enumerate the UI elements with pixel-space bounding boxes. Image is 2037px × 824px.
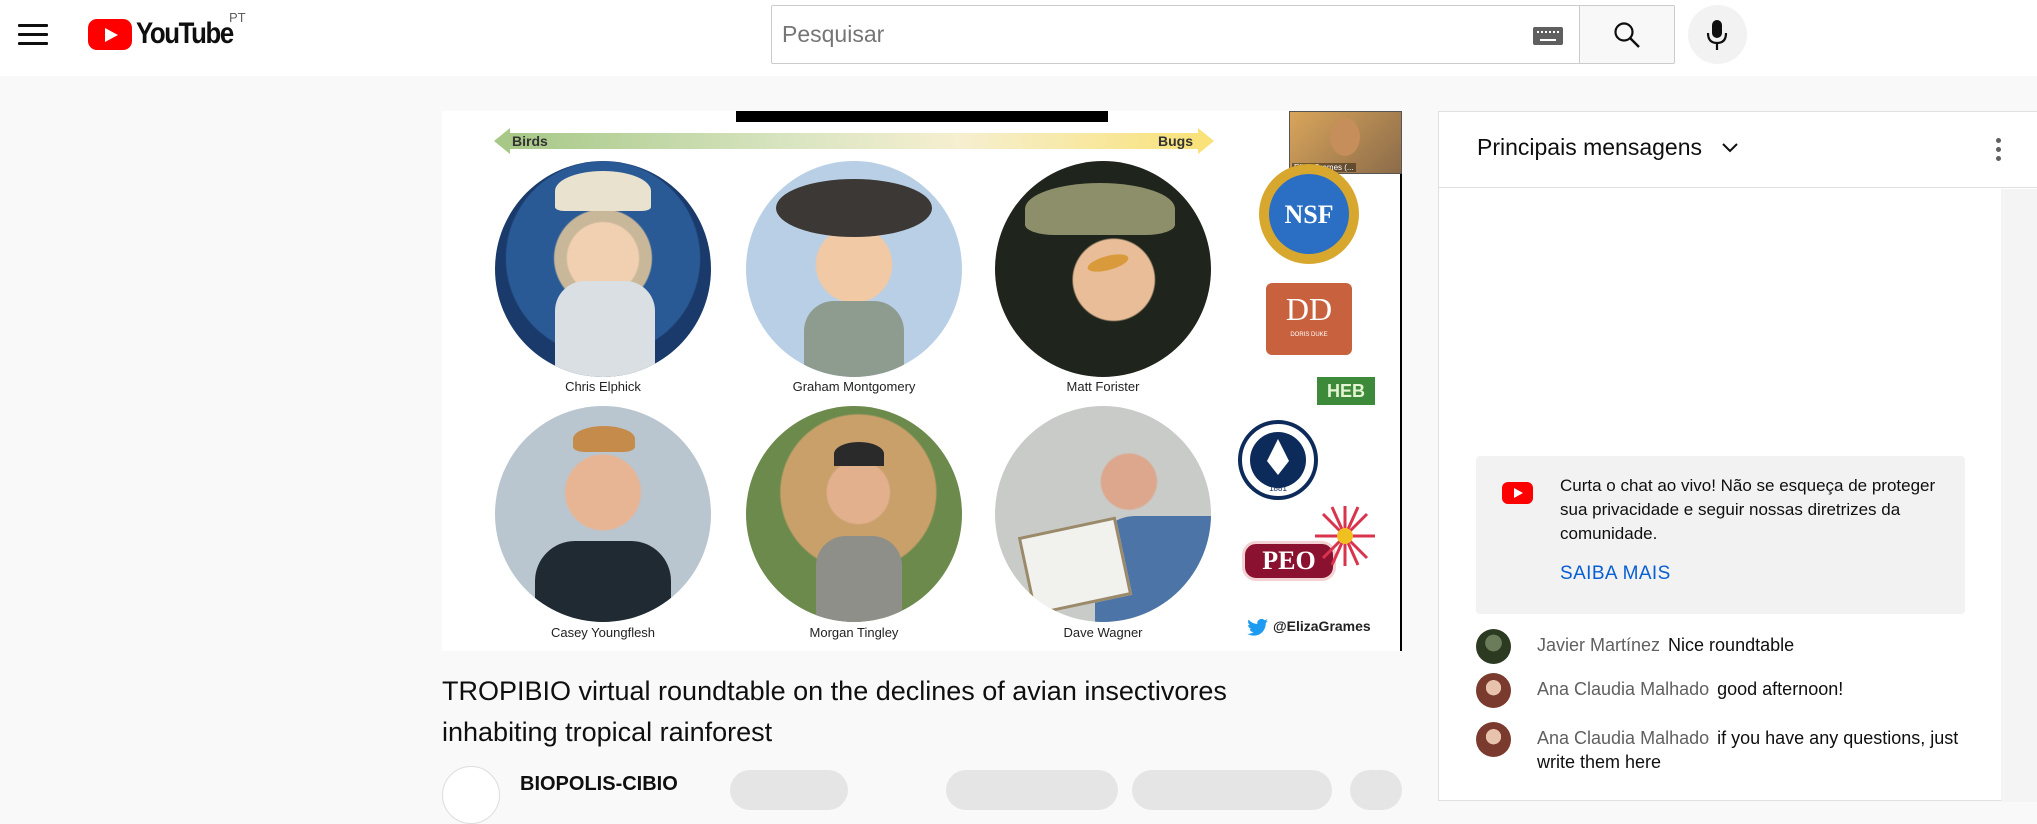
chevron-down-icon[interactable]: [1721, 142, 1739, 154]
logo-text: YouTube: [136, 17, 234, 50]
birds-label: Birds: [512, 133, 548, 149]
search-input[interactable]: [772, 6, 1512, 63]
microphone-icon: [1706, 20, 1728, 50]
chat-header: Principais mensagens: [1439, 112, 2037, 188]
search-icon: [1614, 22, 1640, 48]
keyboard-icon[interactable]: [1533, 27, 1563, 45]
video-title-line: inhabiting tropical rainforest: [442, 717, 773, 747]
video-title: TROPIBIO virtual roundtable on the decli…: [442, 671, 1362, 753]
uconn-seal-logo: 1881: [1238, 420, 1318, 500]
youtube-icon: [1502, 482, 1533, 504]
chat-welcome-notice: Curta o chat ao vivo! Não se esqueça de …: [1476, 456, 1965, 614]
voice-search-button[interactable]: [1688, 5, 1747, 64]
message-author[interactable]: Javier Martínez: [1537, 635, 1660, 655]
panelist-name: Matt Forister: [1066, 379, 1140, 394]
twitter-handle: @ElizaGrames: [1273, 618, 1371, 634]
panelist-photo: [495, 406, 711, 622]
channel-row: BIOPOLIS-CIBIO: [442, 766, 1402, 824]
more-options-icon[interactable]: [1995, 138, 2003, 164]
hamburger-menu-icon[interactable]: [18, 20, 50, 48]
live-chat-panel: Principais mensagens Curta o chat ao viv…: [1438, 111, 2037, 802]
avatar[interactable]: [1476, 673, 1511, 708]
channel-avatar[interactable]: [442, 766, 500, 824]
panelist-name: Morgan Tingley: [809, 625, 899, 640]
svg-text:1881: 1881: [1269, 484, 1287, 493]
heb-logo: HEB: [1317, 377, 1375, 405]
channel-name[interactable]: BIOPOLIS-CIBIO: [520, 773, 678, 796]
panelist-name: Graham Montgomery: [792, 379, 916, 394]
panelist-photo: [995, 161, 1211, 377]
panelist-name: Chris Elphick: [565, 379, 641, 394]
message-text: Nice roundtable: [1668, 635, 1795, 655]
notice-text: Curta o chat ao vivo! Não se esqueça de …: [1560, 476, 1936, 543]
masthead: YouTube PT: [0, 0, 2037, 76]
country-code: PT: [229, 10, 246, 25]
video-title-line: TROPIBIO virtual roundtable on the decli…: [442, 676, 1227, 706]
learn-more-link[interactable]: SAIBA MAIS: [1560, 563, 1671, 585]
panelist-photo: [995, 406, 1211, 622]
video-player[interactable]: Birds Bugs Chris Elphick Graham Montgome…: [442, 111, 1402, 651]
message-author[interactable]: Ana Claudia Malhado: [1537, 679, 1709, 699]
panelist-name: Casey Youngflesh: [550, 625, 656, 640]
bugs-label: Bugs: [1158, 133, 1193, 149]
chat-mode-selector[interactable]: Principais mensagens: [1477, 134, 1702, 161]
player-top-bar: [736, 111, 1108, 122]
message-author[interactable]: Ana Claudia Malhado: [1537, 728, 1709, 748]
birds-bugs-arrow: [494, 128, 1214, 154]
panelist-name: Dave Wagner: [1063, 625, 1143, 640]
player-edge: [1400, 111, 1402, 651]
like-dislike-button[interactable]: [946, 770, 1118, 810]
panelist-photo: [495, 161, 711, 377]
message-text: good afternoon!: [1717, 679, 1844, 699]
panelist-photo: [746, 406, 962, 622]
share-button[interactable]: [1132, 770, 1332, 810]
search-box: [771, 5, 1580, 64]
chat-scrollbar[interactable]: [2001, 189, 2037, 802]
nsf-logo: NSF: [1259, 164, 1359, 264]
daisy-flower-icon: [1315, 506, 1375, 566]
subscribe-button[interactable]: [730, 770, 848, 810]
svg-text:NSF: NSF: [1284, 200, 1333, 229]
twitter-bird-icon: [1247, 619, 1268, 636]
more-actions-button[interactable]: [1350, 770, 1402, 810]
avatar[interactable]: [1476, 722, 1511, 757]
doris-duke-logo: DD DORIS DUKE: [1266, 283, 1352, 355]
panelist-photo: [746, 161, 962, 377]
search-button[interactable]: [1580, 5, 1675, 64]
avatar[interactable]: [1476, 629, 1511, 664]
youtube-logo[interactable]: YouTube: [88, 16, 249, 52]
youtube-play-icon: [88, 18, 132, 50]
